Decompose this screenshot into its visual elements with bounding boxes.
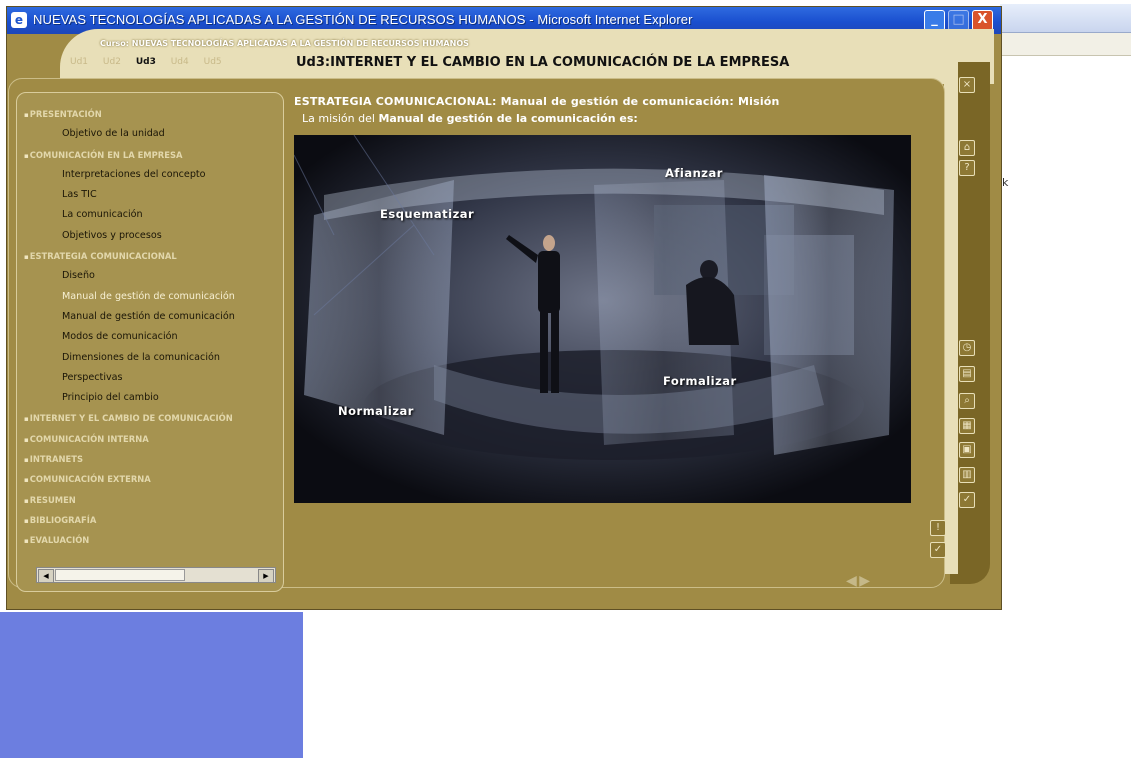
sidebar-item[interactable]: Objetivo de la unidad bbox=[22, 124, 280, 144]
save-icon[interactable]: ▥ bbox=[959, 467, 975, 483]
sidebar-item[interactable]: La comunicación bbox=[22, 205, 280, 225]
label-afianzar: Afianzar bbox=[665, 166, 723, 180]
help-button[interactable]: ? bbox=[959, 160, 975, 176]
tab-ud4[interactable]: Ud4 bbox=[171, 57, 189, 67]
scroll-right-arrow[interactable]: ▶ bbox=[258, 569, 274, 583]
sidebar-item[interactable]: Interpretaciones del concepto bbox=[22, 165, 280, 185]
tab-ud2[interactable]: Ud2 bbox=[103, 57, 121, 67]
label-formalizar: Formalizar bbox=[663, 374, 737, 388]
glossary-icon[interactable]: ▤ bbox=[959, 366, 975, 382]
mission-image: Afianzar Esquematizar Formalizar Normali… bbox=[294, 135, 911, 503]
sidebar-section[interactable]: ESTRATEGIA COMUNICACIONAL bbox=[22, 246, 280, 266]
mission-image-graphic bbox=[294, 135, 911, 503]
search-icon[interactable]: ⌕ bbox=[959, 393, 975, 409]
tab-ud5[interactable]: Ud5 bbox=[204, 57, 222, 67]
close-window-button[interactable]: X bbox=[972, 10, 993, 31]
scroll-thumb[interactable] bbox=[55, 569, 185, 581]
sidebar-item[interactable]: Principio del cambio bbox=[22, 388, 280, 408]
sidebar-item[interactable]: Perspectivas bbox=[22, 368, 280, 388]
ie-toolbar-band bbox=[1000, 4, 1131, 33]
next-page-button[interactable]: ▶ bbox=[859, 573, 870, 589]
ie-address-band bbox=[1000, 33, 1131, 56]
content-heading: ESTRATEGIA COMUNICACIONAL: Manual de ges… bbox=[294, 95, 780, 108]
intro-prefix: La misión del bbox=[302, 112, 379, 125]
clock-icon[interactable]: ◷ bbox=[959, 340, 975, 356]
scroll-left-arrow[interactable]: ◀ bbox=[38, 569, 54, 583]
maximize-button[interactable]: □ bbox=[948, 10, 969, 31]
prev-page-button[interactable]: ◀ bbox=[846, 573, 857, 589]
ie-icon: e bbox=[11, 12, 27, 28]
background-blue-panel bbox=[0, 612, 303, 758]
tab-ud3[interactable]: Ud3 bbox=[136, 57, 156, 67]
print-icon[interactable]: ▣ bbox=[959, 442, 975, 458]
window-title: NUEVAS TECNOLOGÍAS APLICADAS A LA GESTIÓ… bbox=[33, 12, 693, 27]
sidebar-scrollbar[interactable]: ◀ ▶ bbox=[36, 567, 276, 583]
course-label-prefix: Curso: bbox=[100, 39, 129, 48]
sidebar-item[interactable]: Manual de gestión de comunicación bbox=[22, 307, 280, 327]
home-button[interactable]: ⌂ bbox=[959, 140, 975, 156]
minimize-button[interactable]: _ bbox=[924, 10, 945, 31]
sidebar-section[interactable]: COMUNICACIÓN EXTERNA bbox=[22, 469, 280, 489]
page-navigation: ◀ ▶ bbox=[846, 573, 898, 589]
sidebar-item[interactable]: Modos de comunicación bbox=[22, 327, 280, 347]
course-label: Curso: NUEVAS TECNOLOGÍAS APLICADAS A LA… bbox=[100, 39, 469, 48]
background-glyph: k bbox=[1002, 176, 1009, 189]
unit-title: Ud3:INTERNET Y EL CAMBIO EN LA COMUNICAC… bbox=[296, 55, 790, 70]
info-button[interactable]: ! bbox=[930, 520, 946, 536]
right-toolbar-edge bbox=[944, 62, 958, 574]
label-esquematizar: Esquematizar bbox=[380, 207, 475, 221]
sidebar-section[interactable]: COMUNICACIÓN EN LA EMPRESA bbox=[22, 145, 280, 165]
sidebar-section[interactable]: PRESENTACIÓN bbox=[22, 104, 280, 124]
course-label-value: NUEVAS TECNOLOGÍAS APLICADAS A LA GESTIÓ… bbox=[131, 39, 469, 48]
unit-tabs: Ud1 Ud2 Ud3 Ud4 Ud5 bbox=[70, 57, 234, 67]
label-normalizar: Normalizar bbox=[338, 404, 414, 418]
sidebar-section[interactable]: INTRANETS bbox=[22, 449, 280, 469]
content-heading-bold: ESTRATEGIA COMUNICACIONAL: bbox=[294, 95, 497, 108]
sidebar-item[interactable]: Dimensiones de la comunicación bbox=[22, 348, 280, 368]
intro-bold: Manual de gestión de la comunicación es: bbox=[378, 112, 638, 125]
sidebar-menu: PRESENTACIÓNObjetivo de la unidadCOMUNIC… bbox=[22, 104, 280, 551]
sidebar-item[interactable]: Objetivos y procesos bbox=[22, 226, 280, 246]
sidebar-item[interactable]: Las TIC bbox=[22, 185, 280, 205]
sidebar-item[interactable]: Manual de gestión de comunicación bbox=[22, 287, 280, 307]
sidebar-item[interactable]: Diseño bbox=[22, 266, 280, 286]
sidebar-section[interactable]: EVALUACIÓN bbox=[22, 530, 280, 550]
content-heading-rest: Manual de gestión de comunicación: Misió… bbox=[496, 95, 780, 108]
tab-ud1[interactable]: Ud1 bbox=[70, 57, 88, 67]
content-intro: La misión del Manual de gestión de la co… bbox=[302, 112, 638, 125]
check-small-button[interactable]: ✓ bbox=[930, 542, 946, 558]
sidebar-section[interactable]: BIBLIOGRAFÍA bbox=[22, 510, 280, 530]
close-course-button[interactable]: × bbox=[959, 77, 975, 93]
sidebar-section[interactable]: COMUNICACIÓN INTERNA bbox=[22, 429, 280, 449]
sidebar-section[interactable]: INTERNET Y EL CAMBIO DE COMUNICACIÓN bbox=[22, 408, 280, 428]
sidebar-section[interactable]: RESUMEN bbox=[22, 490, 280, 510]
check-button[interactable]: ✓ bbox=[959, 492, 975, 508]
notes-icon[interactable]: ▦ bbox=[959, 418, 975, 434]
